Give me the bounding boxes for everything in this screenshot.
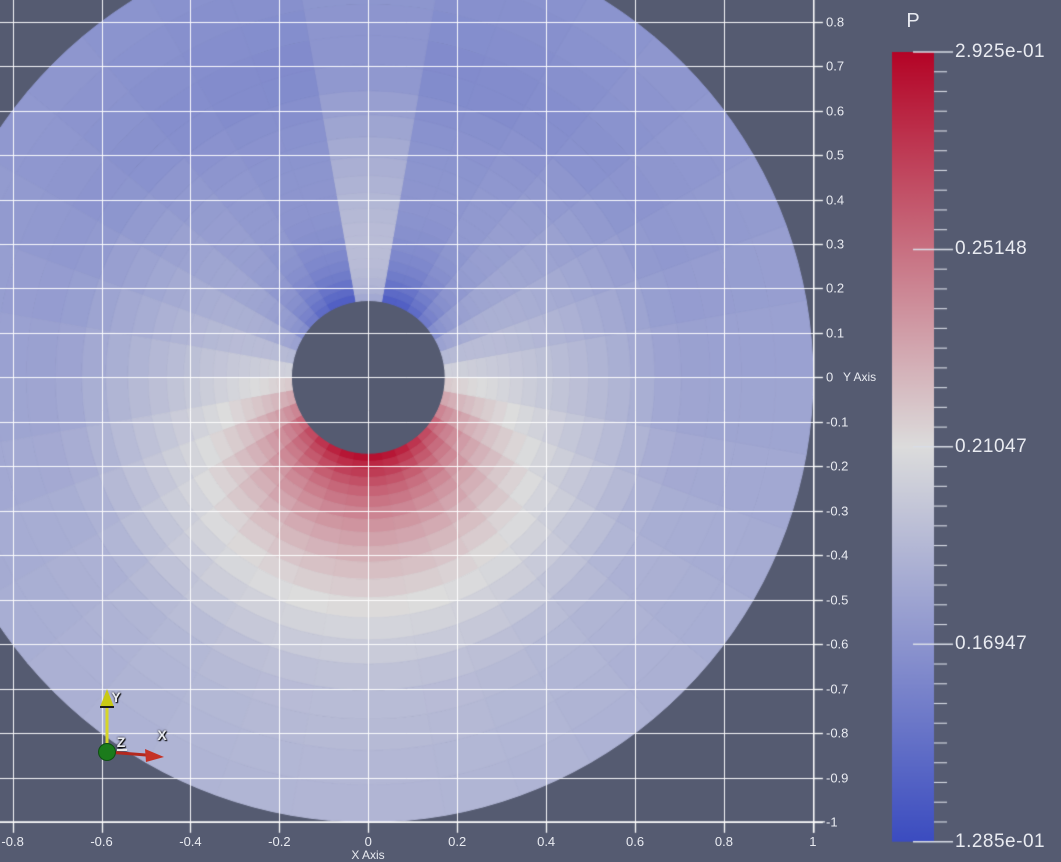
y-tick-label: -0.9 — [826, 770, 849, 786]
x-tick-label: -0.6 — [90, 834, 113, 849]
y-tick-label: 0.5 — [826, 147, 845, 163]
y-tick-label: -1 — [826, 814, 838, 830]
colorbar-tick-label: 0.25148 — [955, 238, 1028, 260]
orientation-z-label: Z — [116, 734, 126, 750]
y-tick-label: 0.1 — [826, 325, 845, 341]
colorbar-tick-label: 0.21047 — [955, 435, 1028, 457]
z-axis-sphere — [98, 743, 116, 761]
x-tick-label: 1 — [809, 834, 817, 849]
y-tick-label: 0 — [826, 369, 834, 385]
orientation-x-label: X — [157, 727, 167, 743]
y-tick-label: -0.6 — [826, 636, 849, 652]
colorbar-tick-label: 0.16947 — [955, 633, 1028, 655]
colorbar-tick-label: 1.285e-01 — [955, 830, 1046, 852]
x-tick-label: 0.4 — [537, 834, 556, 849]
y-tick-label: 0.6 — [826, 103, 845, 119]
y-tick-label: 0.8 — [826, 14, 845, 30]
x-tick-label: -0.2 — [268, 834, 291, 849]
orientation-axes-widget — [98, 689, 164, 762]
y-tick-label: -0.8 — [826, 725, 849, 741]
y-tick-label: 0.3 — [826, 236, 845, 252]
x-tick-label: 0.6 — [626, 834, 645, 849]
y-axis-title: Y Axis — [843, 370, 877, 384]
y-tick-label: 0.4 — [826, 192, 845, 208]
x-tick-label: -0.8 — [1, 834, 24, 849]
y-tick-label: -0.2 — [826, 458, 849, 474]
y-tick-label: -0.4 — [826, 547, 849, 563]
y-tick-label: -0.1 — [826, 414, 849, 430]
x-tick-label: 0.2 — [448, 834, 467, 849]
x-tick-label: 0.8 — [714, 834, 734, 849]
y-tick-label: 0.7 — [826, 58, 845, 74]
x-tick-label: -0.4 — [179, 834, 202, 849]
orientation-y-label: Y — [111, 689, 121, 705]
y-tick-label: -0.7 — [826, 681, 849, 697]
colorbar-tick-label: 2.925e-01 — [955, 41, 1046, 62]
colorbar-title: P — [906, 10, 920, 32]
paraview-render-view: X Axis Y Axis P X Y Z -0.8 -0.6 -0.4 -0.2 0 0… — [0, 0, 1061, 862]
y-tick-label: -0.5 — [826, 592, 849, 608]
x-tick-label: 0 — [364, 834, 372, 849]
y-tick-label: -0.3 — [826, 503, 849, 519]
x-axis-arrow-head — [145, 749, 164, 762]
color-legend[interactable] — [892, 52, 934, 842]
y-tick-label: 0.2 — [826, 280, 845, 296]
